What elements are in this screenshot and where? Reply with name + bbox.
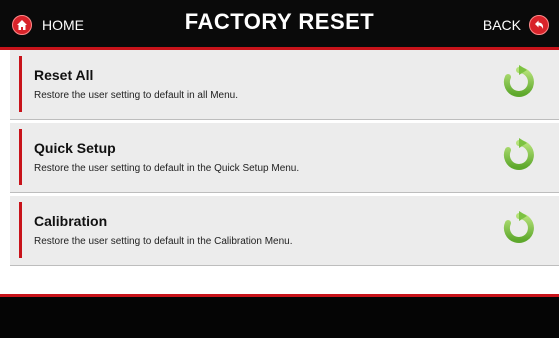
item-title: Calibration [34, 213, 108, 229]
footer-bar [0, 297, 559, 338]
header-bar: HOME FACTORY RESET BACK [0, 0, 559, 48]
back-label: BACK [482, 17, 521, 33]
row-accent-bar [19, 202, 22, 258]
reset-arrow-icon[interactable] [501, 210, 537, 246]
back-button[interactable]: BACK [483, 13, 549, 37]
quick-setup-item[interactable]: Quick Setup Restore the user setting to … [10, 123, 559, 193]
row-accent-bar [19, 129, 22, 185]
reset-arrow-icon[interactable] [501, 137, 537, 173]
page-title: FACTORY RESET [184, 9, 375, 34]
reset-arrow-icon[interactable] [501, 64, 537, 100]
item-description: Restore the user setting to default in t… [34, 163, 300, 174]
calibration-item[interactable]: Calibration Restore the user setting to … [10, 196, 559, 266]
row-accent-bar [19, 56, 22, 112]
item-title: Quick Setup [34, 140, 116, 156]
reset-options-list: Reset All Restore the user setting to de… [10, 50, 559, 266]
item-title: Reset All [34, 67, 94, 83]
item-description: Restore the user setting to default in a… [34, 90, 239, 101]
back-arrow-icon [529, 15, 549, 35]
item-description: Restore the user setting to default in t… [34, 236, 293, 247]
reset-all-item[interactable]: Reset All Restore the user setting to de… [10, 50, 559, 120]
